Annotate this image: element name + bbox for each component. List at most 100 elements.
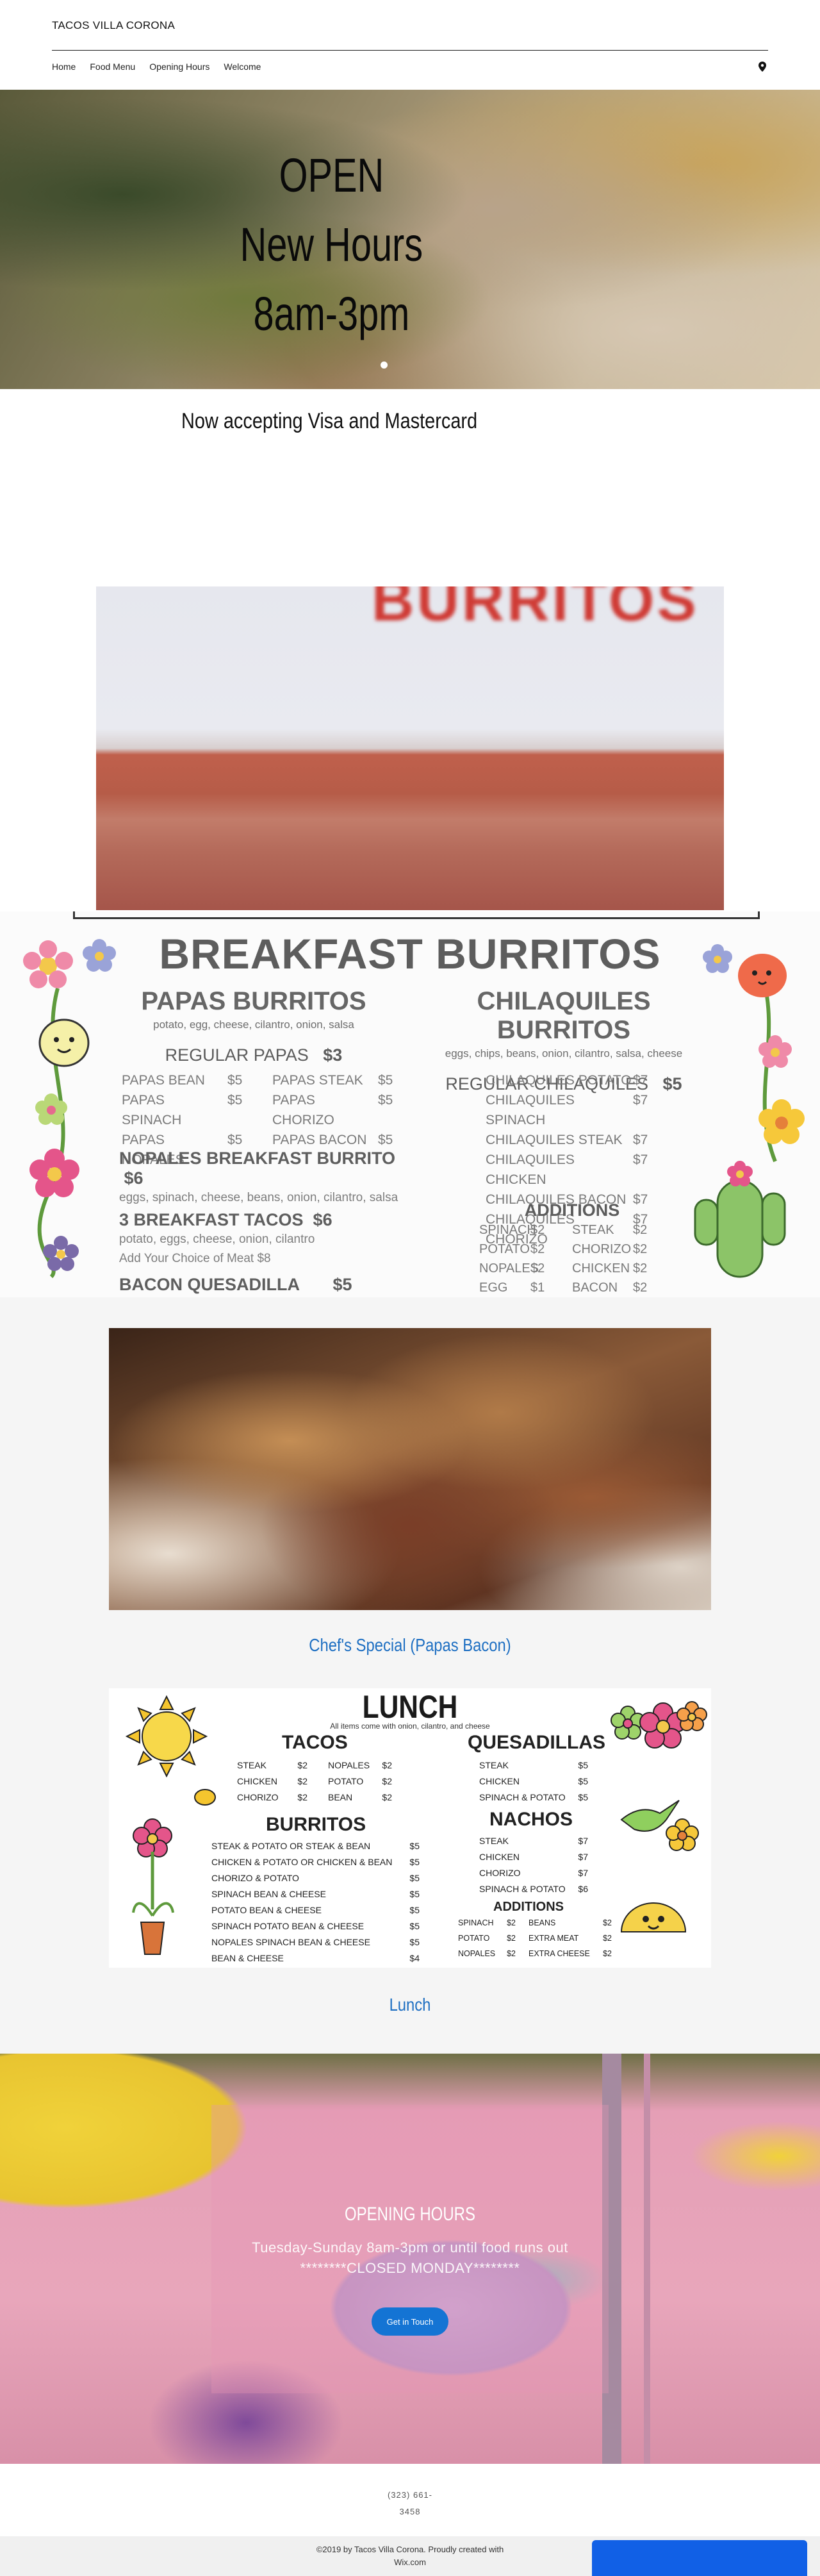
- payment-notice: Now accepting Visa and Mastercard: [181, 409, 478, 433]
- list-item: STEAK & POTATO OR STEAK & BEAN $5: [211, 1838, 420, 1854]
- gallery-section: Chef's Special (Papas Bacon) LUNCH All i…: [0, 1297, 820, 2054]
- menu-item-price: $5: [578, 1776, 588, 1786]
- lunch-additions-right: BEANS $2 EXTRA MEAT $2 EXTRA CHEESE $2: [529, 1915, 612, 1961]
- menu-item-name: BEANS: [529, 1918, 556, 1927]
- menu-item-name: CHILAQUILES STEAK: [486, 1133, 623, 1147]
- menu-frame-line: [73, 911, 760, 919]
- menu-item-price: $5: [409, 1921, 420, 1931]
- menu-item-price: $5: [578, 1760, 588, 1770]
- papas-heading: PAPAS BURRITOS: [141, 987, 366, 1015]
- chefs-special-caption: Chef's Special (Papas Bacon): [309, 1635, 511, 1655]
- breakfast-additions: ADDITIONS SPINACH $2 STEAK $2 POTATO $2 …: [479, 1197, 665, 1297]
- list-item: BEAN & CHEESE $4: [211, 1950, 420, 1966]
- bacon-quesadilla-price: $5: [332, 1275, 352, 1294]
- credit-line-1: ©2019 by Tacos Villa Corona. Proudly cre…: [316, 2545, 504, 2554]
- menu-item-name: POTATO: [479, 1242, 530, 1256]
- menu-item-name: SPINACH & POTATO: [479, 1792, 566, 1802]
- sun-flower-bee-illustration: [125, 1695, 216, 1955]
- menu-item-name: CHICKEN & POTATO OR CHICKEN & BEAN: [211, 1857, 393, 1867]
- papas-note: potato, egg, cheese, cilantro, onion, sa…: [153, 1018, 354, 1031]
- nav-item-home[interactable]: Home: [52, 62, 76, 72]
- breakfast-tacos-price: $6: [313, 1210, 332, 1229]
- menu-item-price: $7: [633, 1152, 648, 1167]
- menu-item-price: $2: [382, 1776, 392, 1786]
- list-item: SPINACH & POTATO $5: [479, 1790, 588, 1806]
- regular-chilaquiles-price: $5: [662, 1074, 682, 1093]
- menu-item-price: $7: [578, 1868, 588, 1878]
- menu-item-name: CHORIZO: [237, 1792, 279, 1802]
- nopales-breakfast-name: NOPALES BREAKFAST BURRITO: [119, 1149, 396, 1168]
- menu-item-price: $7: [633, 1133, 648, 1147]
- nav-item-opening-hours[interactable]: Opening Hours: [149, 62, 209, 72]
- menu-item-name: SPINACH POTATO BEAN & CHEESE: [211, 1921, 365, 1931]
- menu-item-price: $7: [578, 1836, 588, 1846]
- opening-hours-section: OPENING HOURS Tuesday-Sunday 8am-3pm or …: [0, 2054, 820, 2464]
- menu-item-price: $2: [382, 1760, 392, 1770]
- menu-item-name: NOPALES: [458, 1949, 496, 1958]
- menu-item-price: $5: [409, 1937, 420, 1947]
- chefs-special-photo[interactable]: [109, 1328, 711, 1610]
- lunch-menu-title: LUNCH: [362, 1689, 458, 1725]
- menu-item-name: STEAK: [479, 1760, 509, 1770]
- tacos-list-right: NOPALES $2 POTATO $2 BEAN $2: [328, 1757, 392, 1806]
- tacos-heading: TACOS: [282, 1732, 348, 1753]
- menu-item-price: $5: [409, 1873, 420, 1883]
- menu-item-price: $2: [530, 1261, 545, 1276]
- additions-grid: SPINACH $2 STEAK $2 POTATO $2 CHORIZO $2…: [479, 1220, 665, 1297]
- menu-item-price: $5: [409, 1857, 420, 1867]
- menu-item-name: CHILAQUILES SPINACH: [486, 1093, 575, 1127]
- cactus-flower-right-illustration: [694, 944, 805, 1278]
- menu-item-price: $5: [409, 1889, 420, 1899]
- sign-lettering: BURRITOS: [372, 586, 699, 633]
- nopales-breakfast: NOPALES BREAKFAST BURRITO $6: [119, 1149, 420, 1188]
- burritos-heading: BURRITOS: [266, 1814, 366, 1835]
- menu-item-price: $2: [530, 1242, 545, 1256]
- menu-item-name: STEAK: [237, 1760, 266, 1770]
- list-item: SPINACH BEAN & CHEESE $5: [211, 1886, 420, 1902]
- menu-item-name: POTATO: [328, 1776, 364, 1786]
- phone-number[interactable]: (323) 661- 3458: [359, 2487, 461, 2520]
- menu-item-name: STEAK: [479, 1836, 509, 1846]
- regular-papas: REGULAR PAPAS $3: [119, 1045, 388, 1065]
- map-pin-icon[interactable]: [758, 62, 766, 72]
- list-item: EXTRA MEAT $2: [529, 1931, 612, 1946]
- list-item: BEAN $2: [328, 1790, 392, 1806]
- menu-item-name: SPINACH: [458, 1918, 494, 1927]
- lunch-menu-image[interactable]: LUNCH All items come with onion, cilantr…: [109, 1688, 711, 1968]
- menu-item-name: CHICKEN: [572, 1261, 630, 1276]
- menu-item-name: CHICKEN: [479, 1776, 520, 1786]
- list-item: CHORIZO $2: [237, 1790, 308, 1806]
- phone-line-1: (323) 661-: [388, 2490, 432, 2500]
- list-item: NOPALES $2: [458, 1946, 516, 1961]
- burritos-sign-photo: BURRITOS: [96, 586, 724, 910]
- hero-slideshow: OPEN New Hours 8am-3pm: [0, 90, 820, 389]
- menu-item-price: $2: [297, 1792, 308, 1802]
- slideshow-dot[interactable]: [381, 361, 388, 369]
- quesadillas-list: STEAK $5 CHICKEN $5 SPINACH & POTATO $5: [479, 1757, 588, 1806]
- menu-item-price: $7: [633, 1093, 648, 1108]
- menu-item-price: $6: [578, 1884, 588, 1894]
- get-in-touch-button[interactable]: Get in Touch: [372, 2307, 448, 2336]
- menu-item-name: STEAK & POTATO OR STEAK & BEAN: [211, 1841, 371, 1851]
- menu-item-price: $2: [633, 1281, 648, 1295]
- menu-item-name: CHICKEN: [479, 1852, 520, 1862]
- menu-item-name: SPINACH & POTATO: [479, 1884, 566, 1894]
- menu-item-name: CHORIZO: [479, 1868, 521, 1878]
- nopales-breakfast-price: $6: [124, 1168, 144, 1188]
- breakfast-extras: NOPALES BREAKFAST BURRITO $6 eggs, spina…: [119, 1149, 420, 1295]
- list-item: NOPALES SPINACH BEAN & CHEESE $5: [211, 1934, 420, 1950]
- list-item: CHORIZO & POTATO $5: [211, 1870, 420, 1886]
- hero-headline: OPEN New Hours 8am-3pm: [73, 141, 590, 349]
- credit-line-2[interactable]: Wix.com: [295, 2556, 525, 2569]
- nav-item-welcome[interactable]: Welcome: [224, 62, 261, 72]
- breakfast-tacos-meat-note: Add Your Choice of Meat $8: [119, 1252, 271, 1265]
- list-item: CHICKEN $5: [479, 1774, 588, 1790]
- menu-item-price: $2: [507, 1918, 516, 1927]
- menu-item-price: $5: [409, 1905, 420, 1915]
- chat-widget[interactable]: [592, 2540, 807, 2576]
- nav-item-food-menu[interactable]: Food Menu: [90, 62, 135, 72]
- menu-item-name: EGG: [479, 1281, 508, 1295]
- menu-item-name: CHILAQUILES CHICKEN: [486, 1152, 575, 1187]
- site-brand[interactable]: TACOS VILLA CORONA: [52, 19, 175, 32]
- menu-item-name: NOPALES: [328, 1760, 370, 1770]
